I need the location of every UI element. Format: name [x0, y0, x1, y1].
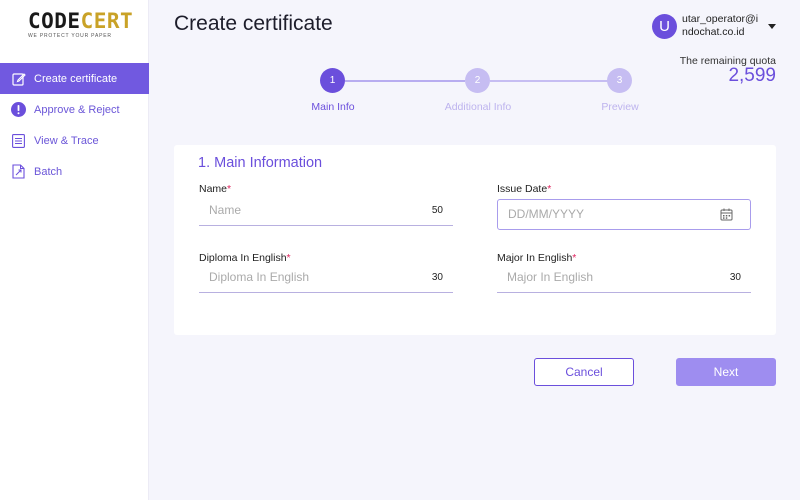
sidebar-item-label: Batch: [34, 165, 63, 178]
diploma-input[interactable]: Diploma In English 30: [199, 262, 453, 293]
page-title: Create certificate: [174, 12, 333, 35]
name-placeholder: Name: [209, 203, 242, 217]
step-1-label: Main Info: [311, 101, 355, 113]
sidebar-item-label: View & Trace: [34, 134, 99, 147]
sidebar-item-approve-reject[interactable]: Approve & Reject: [0, 94, 149, 125]
name-input[interactable]: Name 50: [199, 195, 453, 226]
section-title: 1. Main Information: [198, 155, 323, 171]
sidebar-item-view-trace[interactable]: View & Trace: [0, 125, 149, 156]
sidebar-item-batch[interactable]: Batch: [0, 156, 149, 187]
major-placeholder: Major In English: [507, 270, 594, 284]
sidebar: CODECERT WE PROTECT YOUR PAPER Create ce…: [0, 0, 149, 500]
logo-tagline: WE PROTECT YOUR PAPER: [28, 33, 112, 39]
document-list-icon: [11, 133, 26, 148]
step-2-label: Additional Info: [444, 101, 512, 113]
edit-icon: [11, 71, 26, 86]
step-2-circle[interactable]: 2: [465, 68, 490, 93]
sidebar-nav: Create certificate Approve & Reject View…: [0, 63, 149, 187]
avatar: U: [652, 13, 677, 39]
diploma-char-counter: 30: [431, 272, 443, 283]
step-1-circle[interactable]: 1: [320, 68, 345, 93]
user-menu[interactable]: U utar_operator@indochat.co.id: [652, 12, 782, 40]
diploma-placeholder: Diploma In English: [209, 270, 310, 284]
step-3-label: Preview: [601, 101, 639, 113]
sidebar-item-label: Approve & Reject: [34, 103, 120, 116]
quota-value: 2,599: [728, 65, 776, 86]
stepper: 1 2 3 Main Info Additional Info Preview: [300, 67, 660, 117]
major-input[interactable]: Major In English 30: [497, 262, 751, 293]
issue-date-input[interactable]: DD/MM/YYYY: [497, 199, 751, 230]
name-label: Name*: [199, 183, 232, 195]
issue-date-label: Issue Date*: [497, 183, 552, 195]
cancel-button[interactable]: Cancel: [534, 358, 634, 386]
step-connector: [490, 80, 608, 82]
issue-date-placeholder: DD/MM/YYYY: [508, 207, 585, 221]
name-char-counter: 50: [431, 205, 443, 216]
step-connector: [345, 80, 465, 82]
logo-wordmark: CODECERT: [28, 9, 134, 33]
major-char-counter: 30: [729, 272, 741, 283]
step-3-circle[interactable]: 3: [607, 68, 632, 93]
chevron-down-icon[interactable]: [768, 23, 776, 29]
user-email: utar_operator@indochat.co.id: [682, 13, 759, 38]
sidebar-item-label: Create certificate: [34, 72, 118, 85]
batch-file-icon: [11, 164, 26, 179]
main-information-card: 1. Main Information Name* Name 50 Issue …: [174, 145, 776, 335]
next-button[interactable]: Next: [676, 358, 776, 386]
sidebar-item-create-certificate[interactable]: Create certificate: [0, 63, 149, 94]
codecert-logo[interactable]: CODECERT WE PROTECT YOUR PAPER: [28, 9, 134, 40]
calendar-icon[interactable]: [720, 208, 733, 221]
alert-circle-icon: [11, 102, 26, 117]
